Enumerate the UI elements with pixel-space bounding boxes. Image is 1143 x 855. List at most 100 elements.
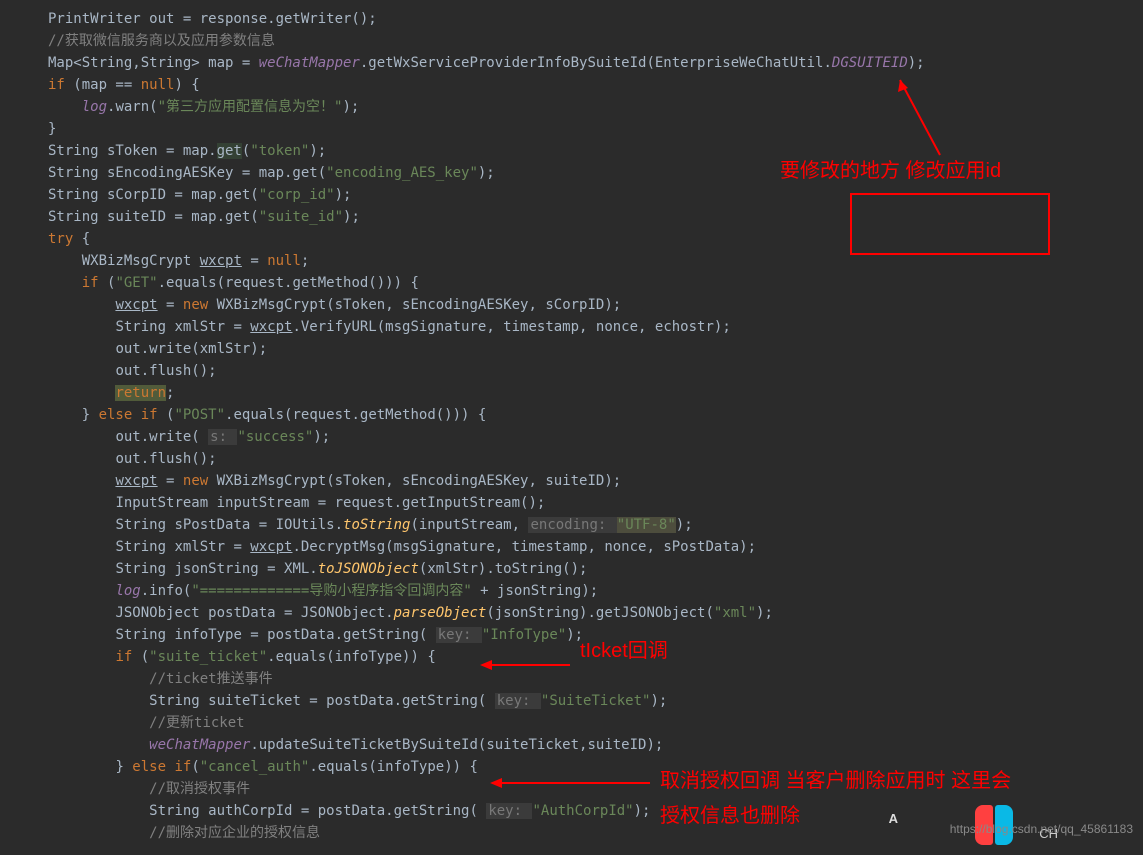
code-token: "suite_id" <box>259 209 343 225</box>
code-line[interactable]: Map<String,String> map = weChatMapper.ge… <box>48 52 1143 74</box>
code-token: .VerifyURL(msgSignature, timestamp, nonc… <box>292 319 730 335</box>
code-token: .info( <box>141 583 192 599</box>
code-token: ); <box>309 143 326 159</box>
code-line[interactable]: out.write( s: "success"); <box>48 426 1143 448</box>
code-token: "InfoType" <box>482 627 566 643</box>
code-token: (map == <box>65 77 141 93</box>
code-token: } <box>82 407 99 423</box>
code-token: weChatMapper <box>259 55 360 71</box>
code-line[interactable]: out.write(xmlStr); <box>48 338 1143 360</box>
code-token: try <box>48 231 73 247</box>
code-token: .getWxServiceProviderInfoBySuiteId(Enter… <box>360 55 832 71</box>
code-line[interactable]: log.info("=============导购小程序指令回调内容" + js… <box>48 580 1143 602</box>
code-token: wxcpt <box>115 297 157 313</box>
code-token: if <box>115 649 132 665</box>
code-token: ); <box>756 605 773 621</box>
code-token: "token" <box>250 143 309 159</box>
code-token: return <box>115 385 166 401</box>
code-token: s: <box>208 429 237 445</box>
code-line[interactable]: if ("GET".equals(request.getMethod())) { <box>48 272 1143 294</box>
code-line[interactable]: //取消授权事件 <box>48 778 1143 800</box>
code-token: ( <box>158 407 175 423</box>
code-token: else if <box>132 759 191 775</box>
code-line[interactable]: WXBizMsgCrypt wxcpt = null; <box>48 250 1143 272</box>
code-line[interactable]: //ticket推送事件 <box>48 668 1143 690</box>
code-token: "UTF-8" <box>617 517 676 533</box>
code-line[interactable]: out.flush(); <box>48 448 1143 470</box>
code-token: DGSUITEID <box>832 55 908 71</box>
code-line[interactable]: if ("suite_ticket".equals(infoType)) { <box>48 646 1143 668</box>
code-line[interactable]: InputStream inputStream = request.getInp… <box>48 492 1143 514</box>
code-line[interactable]: String suiteID = map.get("suite_id"); <box>48 206 1143 228</box>
code-token: String suiteID = map.get( <box>48 209 259 225</box>
code-line[interactable]: log.warn("第三方应用配置信息为空！"); <box>48 96 1143 118</box>
code-token: "xml" <box>714 605 756 621</box>
code-line[interactable]: String sPostData = IOUtils.toString(inpu… <box>48 514 1143 536</box>
code-token: //取消授权事件 <box>149 781 250 797</box>
code-line[interactable]: } else if("cancel_auth".equals(infoType)… <box>48 756 1143 778</box>
code-line[interactable]: String sEncodingAESKey = map.get("encodi… <box>48 162 1143 184</box>
code-token: ); <box>342 99 359 115</box>
code-token: WXBizMsgCrypt(sToken, sEncodingAESKey, s… <box>208 473 621 489</box>
code-token: String xmlStr = <box>115 319 250 335</box>
code-token: = <box>242 253 267 269</box>
code-token: + jsonString); <box>472 583 598 599</box>
code-token: ; <box>301 253 309 269</box>
code-line[interactable]: String suiteTicket = postData.getString(… <box>48 690 1143 712</box>
code-token: String sEncodingAESKey = map.get( <box>48 165 326 181</box>
code-line[interactable]: wxcpt = new WXBizMsgCrypt(sToken, sEncod… <box>48 294 1143 316</box>
code-line[interactable]: String xmlStr = wxcpt.DecryptMsg(msgSign… <box>48 536 1143 558</box>
code-token: key: <box>436 627 482 643</box>
code-token: get <box>217 143 242 159</box>
code-line[interactable]: wxcpt = new WXBizMsgCrypt(sToken, sEncod… <box>48 470 1143 492</box>
code-token: log <box>82 99 107 115</box>
code-line[interactable]: return; <box>48 382 1143 404</box>
code-token: } <box>48 121 56 137</box>
code-token: .equals(infoType)) { <box>267 649 436 665</box>
code-editor[interactable]: PrintWriter out = response.getWriter(); /… <box>0 8 1143 844</box>
code-token: "SuiteTicket" <box>541 693 651 709</box>
code-token: .DecryptMsg(msgSignature, timestamp, non… <box>292 539 756 555</box>
code-line[interactable]: if (map == null) { <box>48 74 1143 96</box>
code-token: = <box>158 473 183 489</box>
code-token: null <box>141 77 175 93</box>
code-token: InputStream inputStream = request.getInp… <box>115 495 545 511</box>
code-token: .updateSuiteTicketBySuiteId(suiteTicket,… <box>250 737 663 753</box>
code-line[interactable]: PrintWriter out = response.getWriter(); <box>48 8 1143 30</box>
code-line[interactable]: } else if ("POST".equals(request.getMeth… <box>48 404 1143 426</box>
code-line[interactable]: String sToken = map.get("token"); <box>48 140 1143 162</box>
code-token: key: <box>486 803 532 819</box>
code-token: "GET" <box>115 275 157 291</box>
code-line[interactable]: //获取微信服务商以及应用参数信息 <box>48 30 1143 52</box>
code-line[interactable]: JSONObject postData = JSONObject.parseOb… <box>48 602 1143 624</box>
code-line[interactable]: weChatMapper.updateSuiteTicketBySuiteId(… <box>48 734 1143 756</box>
code-token: new <box>183 297 208 313</box>
code-token: WXBizMsgCrypt(sToken, sEncodingAESKey, s… <box>208 297 621 313</box>
code-token: out.flush(); <box>115 451 216 467</box>
code-token: = <box>158 297 183 313</box>
code-token: wxcpt <box>250 539 292 555</box>
code-token: weChatMapper <box>149 737 250 753</box>
code-token: PrintWriter out = response.getWriter(); <box>48 11 377 27</box>
code-token: (inputStream, <box>410 517 528 533</box>
code-line[interactable]: } <box>48 118 1143 140</box>
code-token: out.write( <box>115 429 208 445</box>
code-token: toString <box>343 517 410 533</box>
code-line[interactable]: String jsonString = XML.toJSONObject(xml… <box>48 558 1143 580</box>
code-token: JSONObject postData = JSONObject. <box>115 605 393 621</box>
code-token: wxcpt <box>250 319 292 335</box>
code-line[interactable]: try { <box>48 228 1143 250</box>
code-token: (jsonString).getJSONObject( <box>486 605 714 621</box>
code-token: //获取微信服务商以及应用参数信息 <box>48 33 275 49</box>
code-token: String suiteTicket = postData.getString( <box>149 693 495 709</box>
code-token: out.flush(); <box>115 363 216 379</box>
code-token: ; <box>166 385 174 401</box>
code-line[interactable]: String sCorpID = map.get("corp_id"); <box>48 184 1143 206</box>
code-line[interactable]: //更新ticket <box>48 712 1143 734</box>
code-token: wxcpt <box>115 473 157 489</box>
code-line[interactable]: out.flush(); <box>48 360 1143 382</box>
code-token: "encoding_AES_key" <box>326 165 478 181</box>
code-token: if <box>82 275 99 291</box>
code-line[interactable]: String infoType = postData.getString( ke… <box>48 624 1143 646</box>
code-line[interactable]: String xmlStr = wxcpt.VerifyURL(msgSigna… <box>48 316 1143 338</box>
